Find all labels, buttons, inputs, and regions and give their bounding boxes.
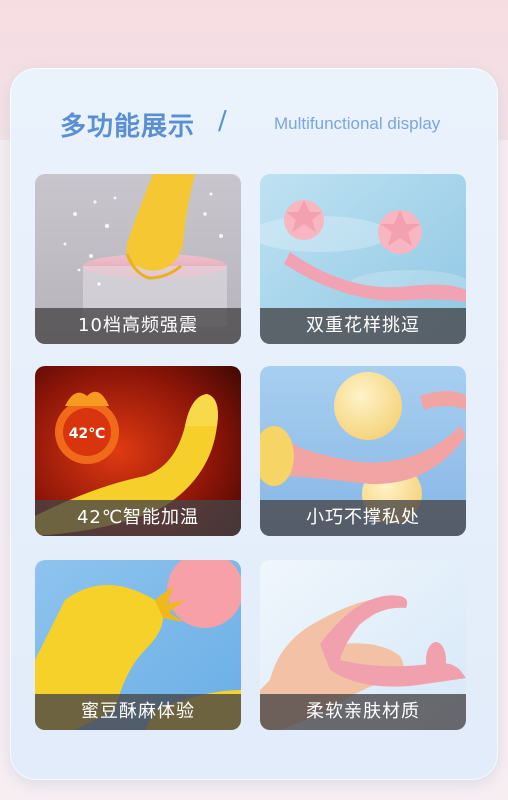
feature-label: 小巧不撑私处	[260, 500, 466, 536]
temperature-badge: 42℃	[69, 426, 105, 442]
feature-label: 双重花样挑逗	[260, 308, 466, 344]
section-subtitle: Multifunctional display	[274, 114, 441, 133]
title-separator: /	[218, 106, 227, 136]
feature-tile-compact: 小巧不撑私处	[260, 366, 466, 536]
feature-tile-tongue: 蜜豆酥麻体验	[35, 560, 241, 730]
section-title: 多功能展示	[60, 112, 196, 142]
feature-tile-soft: 柔软亲肤材质	[260, 560, 466, 730]
feature-tile-heating: 42℃ 42℃智能加温	[35, 366, 241, 536]
feature-label: 蜜豆酥麻体验	[35, 694, 241, 730]
feature-tile-vibration: 10档高频强震	[35, 174, 241, 344]
feature-label: 柔软亲肤材质	[260, 694, 466, 730]
feature-label: 42℃智能加温	[35, 500, 241, 536]
feature-label: 10档高频强震	[35, 308, 241, 344]
feature-tile-dual: 双重花样挑逗	[260, 174, 466, 344]
